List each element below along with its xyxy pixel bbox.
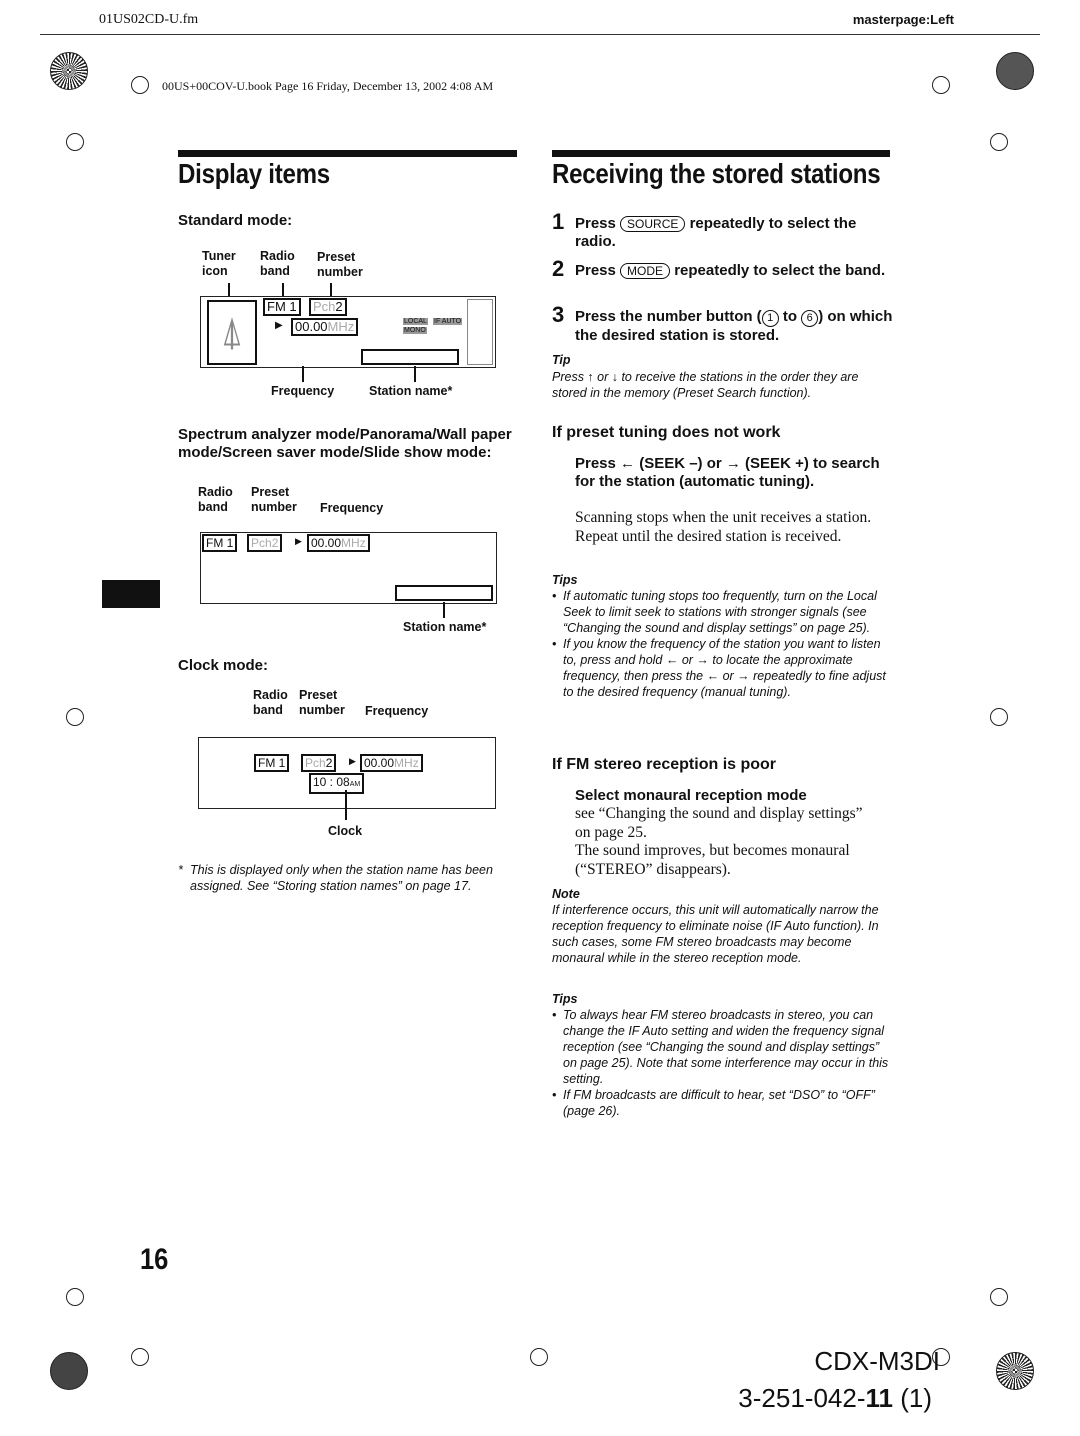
step-3: Press the number button (1 to 6) on whic… (575, 308, 893, 344)
step-number: 1 (552, 209, 565, 234)
station-name-box (361, 349, 459, 365)
band-indicator: FM 1 (263, 298, 301, 316)
crosshair-icon (530, 1348, 548, 1366)
tip-text: Press ↑ or ↓ to receive the stations in … (552, 370, 859, 400)
spectrum-mode-heading: Spectrum analyzer mode/Panorama/Wall pap… (178, 426, 512, 461)
page-title: Display items (178, 158, 330, 189)
tips-label: Tips (552, 573, 578, 587)
play-arrow-icon: ▶ (275, 320, 283, 331)
label-radio-band: Radio band (198, 485, 233, 514)
tip-item: To always hear FM stereo broadcasts in s… (552, 1007, 892, 1087)
part-code: 3-251-042-11 (1) (738, 1383, 932, 1413)
spectrum-mode-display: FM 1 Pch2 ▶ 00.00MHz (200, 532, 497, 604)
clock-mode-display: FM 1 Pch2 ▶ 00.00MHz 10 : 08AM (198, 737, 496, 809)
note-text: If interference occurs, this unit will a… (552, 903, 879, 965)
crosshair-icon (131, 76, 149, 94)
station-name-box (395, 585, 493, 601)
label-clock: Clock (328, 824, 363, 838)
step-number: 3 (552, 302, 565, 327)
side-icons (467, 299, 493, 365)
preset-heading: If preset tuning does not work (552, 424, 781, 441)
header-rule (40, 34, 1040, 35)
label-tuner-icon: Tuner icon (202, 249, 236, 278)
masterpage-label: masterpage:Left (852, 12, 954, 27)
tuner-tower-icon: ⍋ (207, 300, 257, 365)
tip-item: If you know the frequency of the station… (552, 636, 890, 700)
crosshair-icon (932, 76, 950, 94)
document-page: 01US02CD-U.fm masterpage:Left 00US+00COV… (0, 0, 1080, 1436)
crosshair-icon (66, 133, 84, 151)
play-arrow-icon: ▶ (349, 756, 356, 766)
label-frequency: Frequency (365, 704, 429, 718)
registration-mark-icon (996, 52, 1034, 90)
book-info: 00US+00COV-U.book Page 16 Friday, Decemb… (162, 79, 494, 93)
play-arrow-icon: ▶ (295, 536, 302, 546)
note-label: Note (552, 887, 580, 901)
mono-body: The sound improves, but becomes monaural… (575, 842, 850, 878)
label-preset-number: Preset number (299, 688, 345, 717)
mono-body: see “Changing the sound and display sett… (575, 805, 863, 841)
mode-key: MODE (620, 263, 671, 279)
crosshair-icon (131, 1348, 149, 1366)
footnote-mark: * (178, 863, 183, 877)
standard-mode-heading: Standard mode: (178, 212, 293, 229)
section-title: Receiving the stored stations (552, 158, 881, 189)
standard-mode-display: ⍋ FM 1 Pch2 ▶ 00.00MHz LOCAL IF AUTO MON… (200, 296, 496, 368)
tips-list: If automatic tuning stops too frequently… (552, 588, 890, 700)
registration-mark-icon (996, 1352, 1034, 1390)
crosshair-icon (990, 708, 1008, 726)
registration-mark-icon (50, 1352, 88, 1390)
section-tab (102, 580, 160, 608)
registration-mark-icon (50, 52, 88, 90)
source-key: SOURCE (620, 216, 686, 232)
title-bar (552, 150, 890, 157)
file-name: 01US02CD-U.fm (99, 12, 199, 27)
title-bar (178, 150, 517, 157)
frequency-indicator: 00.00MHz (291, 318, 359, 336)
step-2: Press MODE repeatedly to select the band… (575, 262, 886, 279)
crosshair-icon (990, 133, 1008, 151)
tip-item: If automatic tuning stops too frequently… (552, 588, 890, 636)
model-name: CDX-M3DI (814, 1346, 940, 1376)
label-frequency: Frequency (320, 501, 384, 515)
label-preset-number: Preset number (251, 485, 297, 514)
step-number: 2 (552, 256, 565, 281)
clock-indicator: 10 : 08AM (309, 773, 365, 794)
fm-heading: If FM stereo reception is poor (552, 756, 777, 773)
crosshair-icon (66, 1288, 84, 1306)
label-radio-band: Radio band (253, 688, 288, 717)
label-station-name: Station name* (369, 384, 453, 398)
crosshair-icon (990, 1288, 1008, 1306)
mono-step: Select monaural reception mode (575, 787, 807, 804)
crosshair-icon (66, 708, 84, 726)
label-frequency: Frequency (271, 384, 335, 398)
tips-label: Tips (552, 992, 578, 1006)
footnote: This is displayed only when the station … (190, 863, 493, 893)
seek-body: Scanning stops when the unit receives a … (575, 509, 872, 545)
label-radio-band: Radio band (260, 249, 295, 278)
label-preset-number: Preset number (317, 250, 363, 279)
label-station-name: Station name* (403, 620, 487, 634)
clock-mode-heading: Clock mode: (178, 657, 269, 674)
page-number: 16 (140, 1243, 169, 1276)
seek-step: Press ← (SEEK –) or → (SEEK +) to search… (575, 455, 880, 490)
tip-item: If FM broadcasts are difficult to hear, … (552, 1087, 892, 1119)
tip-label: Tip (552, 353, 571, 367)
tips-list: To always hear FM stereo broadcasts in s… (552, 1007, 892, 1119)
step-1: Press SOURCE repeatedly to select the ra… (575, 215, 857, 250)
